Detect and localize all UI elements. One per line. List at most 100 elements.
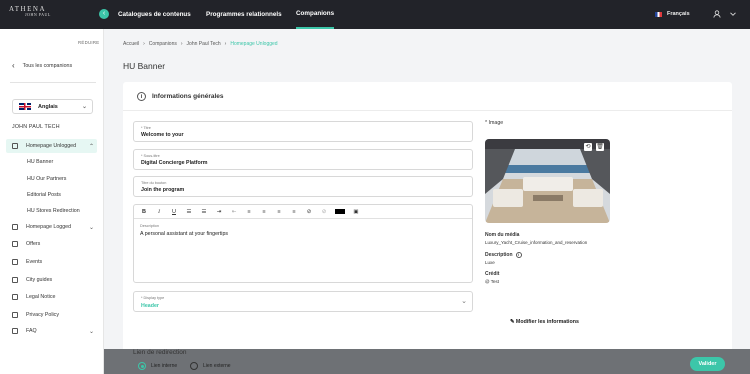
title-field[interactable]: * Titre Welcome to your (133, 121, 473, 142)
link-icon[interactable]: ⊘ (305, 209, 313, 215)
sidebar-item-label: Events (26, 259, 43, 265)
outdent-icon[interactable]: ⇤ (230, 209, 238, 215)
breadcrumb-current: Homepage Unlogged (230, 41, 278, 47)
language-switcher[interactable]: Français (655, 11, 690, 17)
breadcrumb-separator: › (143, 41, 145, 47)
button-title-field[interactable]: Titre du bouton Join the program (133, 176, 473, 197)
chevron-down-icon: ⌄ (461, 298, 467, 305)
sidebar-item-events[interactable]: Events (12, 259, 42, 265)
nav-programmes[interactable]: Programmes relationnels (206, 0, 282, 29)
indent-icon[interactable]: ⇥ (215, 209, 223, 215)
sidebar-subitem-editorial-posts[interactable]: Editorial Posts (27, 192, 61, 198)
main-content: Accueil › Companions › John Paul Tech › Hom… (104, 29, 750, 374)
bullet-list-icon[interactable]: ☰ (200, 209, 208, 215)
image-label: * Image (485, 120, 504, 126)
align-right-icon[interactable]: ≡ (275, 209, 283, 215)
page-icon (12, 312, 18, 318)
field-label: * Display type (141, 296, 165, 300)
yacht-deck-picture (485, 139, 610, 223)
media-description-value: Luxe (485, 260, 495, 265)
radio-external-link[interactable]: Lien externe (190, 362, 231, 370)
editor-content[interactable]: A personal assistant at your fingertips (140, 231, 228, 237)
breadcrumb-separator: › (224, 41, 227, 47)
align-center-icon[interactable]: ≡ (260, 209, 268, 215)
description-editor[interactable]: B I U ☰ ☰ ⇥ ⇤ ≡ ≡ ≡ ≡ ⊘ ⊘ ▣ Description … (133, 204, 473, 283)
sidebar-item-privacy-policy[interactable]: Privacy Policy (12, 312, 59, 318)
collapse-label: RÉDUIRE (78, 40, 100, 45)
image-icon[interactable]: ▣ (352, 209, 360, 215)
radio-label: Lien interne (151, 363, 178, 369)
sidebar-item-legal-notice[interactable]: Legal Notice (12, 294, 55, 300)
flag-uk-icon (19, 103, 31, 110)
field-label: Titre du bouton (141, 181, 167, 185)
chevron-down-icon: ⌄ (88, 328, 94, 335)
redirect-section-title: Lien de redirection (133, 349, 187, 356)
back-to-companions-link[interactable]: ‹ Tous les companions (12, 61, 72, 70)
media-description-label: Description (485, 252, 513, 258)
brand-logo[interactable]: ATHENA JOHN PAUL (9, 6, 51, 17)
unlink-icon[interactable]: ⊘ (320, 209, 328, 215)
display-type-select[interactable]: * Display type Header ⌄ (133, 291, 473, 312)
radio-internal-link[interactable]: Lien interne (138, 362, 177, 370)
sidebar-item-homepage-unlogged[interactable]: Homepage Unlogged ⌃ (6, 139, 97, 153)
breadcrumb-separator: › (180, 41, 183, 47)
sidebar-item-label: Homepage Unlogged (26, 143, 77, 149)
breadcrumb-item[interactable]: Accueil (123, 41, 139, 47)
underline-icon[interactable]: U (170, 209, 178, 215)
sidebar-item-label: Privacy Policy (26, 312, 59, 318)
field-label: * Sous-titre (141, 154, 160, 158)
align-justify-icon[interactable]: ≡ (290, 209, 298, 215)
collapse-sidebar-button[interactable]: ‹ (99, 9, 109, 19)
breadcrumb-item[interactable]: John Paul Tech (187, 41, 221, 47)
italic-icon[interactable]: I (155, 209, 163, 215)
info-icon[interactable]: i (515, 252, 522, 258)
text-color-swatch[interactable] (335, 209, 345, 214)
chevron-up-icon: ⌃ (88, 143, 94, 150)
language-label: Français (667, 11, 690, 17)
crop-icon[interactable]: ⟲ (584, 143, 592, 151)
sidebar-item-faq[interactable]: FAQ ⌄ (12, 328, 97, 335)
editor-label: Description (140, 224, 159, 228)
field-value: Digital Concierge Platform (141, 160, 208, 166)
bottom-action-bar: Lien de redirection Lien interne Lien ex… (104, 349, 750, 374)
sidebar-subitem-hu-stores[interactable]: HU Stores Redirection (27, 208, 80, 214)
sidebar: RÉDUIRE ‹ Tous les companions Anglais ⌄ … (0, 29, 104, 374)
modify-info-label: Modifier les informations (515, 319, 579, 325)
breadcrumb-item[interactable]: Companions (149, 41, 177, 47)
modify-info-button[interactable]: ✎ Modifier les informations (510, 319, 579, 325)
radio-unselected-icon (190, 362, 198, 370)
content-language-select[interactable]: Anglais ⌄ (12, 99, 93, 114)
ordered-list-icon[interactable]: ☰ (185, 209, 193, 215)
chevron-down-icon: ⌄ (88, 224, 94, 231)
subtitle-field[interactable]: * Sous-titre Digital Concierge Platform (133, 149, 473, 170)
field-value: Join the program (141, 187, 185, 193)
delete-icon[interactable]: 🗑 (596, 143, 604, 151)
nav-catalogues[interactable]: Catalogues de contenus (118, 0, 191, 29)
sidebar-item-homepage-logged[interactable]: Homepage Logged ⌄ (12, 224, 97, 231)
sidebar-item-city-guides[interactable]: City guides (12, 277, 52, 283)
chevron-down-icon[interactable] (729, 10, 737, 20)
sidebar-subitem-hu-partners[interactable]: HU Our Partners (27, 176, 66, 182)
user-icon[interactable] (713, 10, 721, 20)
content-language-value: Anglais (38, 103, 58, 110)
align-left-icon[interactable]: ≡ (245, 209, 253, 215)
nav-companions[interactable]: Companions (296, 0, 335, 29)
company-name: JOHN PAUL TECH (12, 124, 60, 130)
bold-icon[interactable]: B (140, 209, 148, 215)
media-image[interactable]: ⟲ 🗑 (485, 139, 610, 223)
general-info-card: i Informations générales * Titre Welcome… (123, 82, 732, 352)
media-description-row: Description i (485, 252, 528, 258)
sidebar-item-label: City guides (26, 277, 53, 283)
info-icon: i (137, 92, 146, 101)
page-title: HU Banner (123, 61, 166, 71)
radio-label: Lien externe (203, 363, 231, 369)
sidebar-item-label: Offers (26, 241, 41, 247)
sidebar-item-offers[interactable]: Offers (12, 241, 40, 247)
divider (123, 110, 732, 111)
media-credit-label: Crédit (485, 271, 500, 277)
flag-france-icon (655, 11, 662, 17)
sidebar-subitem-hu-banner[interactable]: HU Banner (27, 159, 53, 165)
submit-button[interactable]: Valider (690, 357, 725, 371)
page-icon (12, 294, 18, 300)
page-icon (12, 143, 18, 149)
